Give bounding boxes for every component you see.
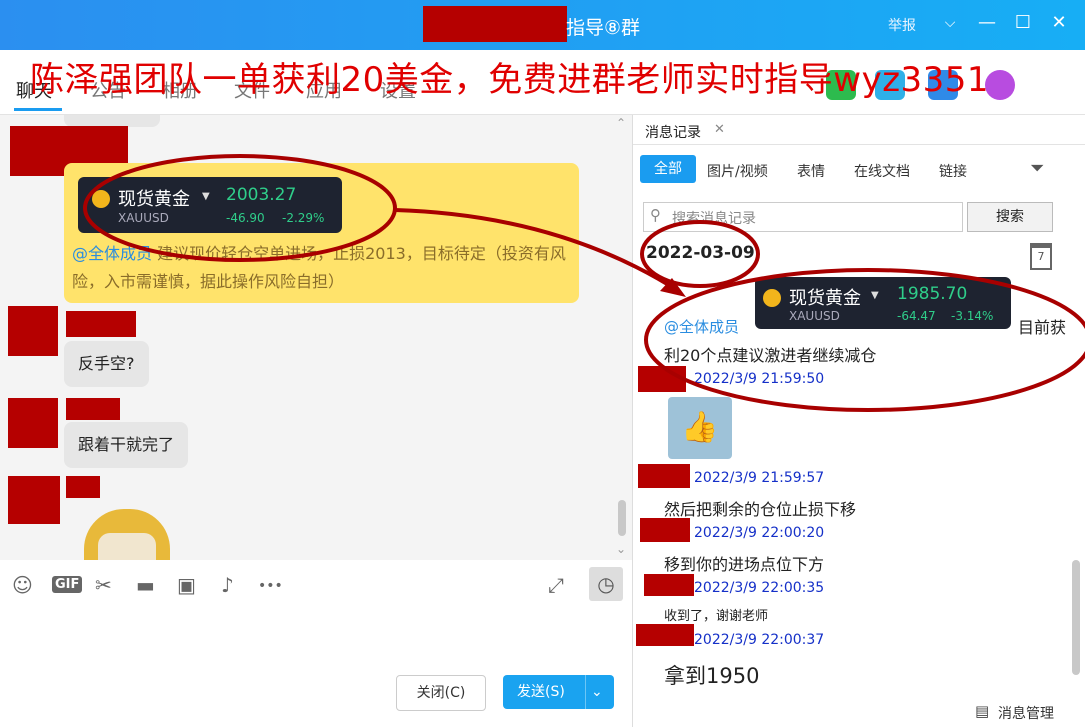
chat-bubble: 反手空? — [64, 341, 149, 387]
sticker-image[interactable] — [64, 505, 186, 560]
maximize-button[interactable]: ☐ — [1012, 12, 1034, 34]
calendar-icon[interactable]: 7 — [1030, 243, 1052, 270]
chat-bubble: 跟着干就完了 — [64, 422, 189, 468]
gif-icon[interactable]: GIF — [52, 576, 83, 593]
history-message: 收到了，谢谢老师 — [664, 609, 769, 624]
send-button[interactable]: 发送(S) ⌄ — [503, 675, 614, 709]
redacted-avatar — [8, 476, 60, 524]
redacted-username — [638, 464, 690, 488]
message-manage-icon[interactable]: ▤ — [975, 702, 989, 720]
quote-name: 现货黄金 — [789, 288, 861, 309]
bell-icon[interactable]: ♪ — [221, 573, 234, 597]
history-message: 移到你的进场点位下方 — [664, 555, 825, 574]
redacted-username — [66, 398, 120, 420]
announcement-text: @全体成员 建议现价轻仓空单进场，止损2013，目标待定（投资有风险，入市需谨慎… — [72, 240, 577, 296]
redacted-avatar — [8, 306, 58, 356]
emoji-icon[interactable]: ☺ — [12, 573, 33, 597]
folder-icon[interactable]: ▬ — [136, 573, 155, 597]
divider — [633, 144, 1085, 145]
gold-coin-icon — [92, 190, 110, 208]
more-icon[interactable]: ••• — [258, 578, 283, 594]
sticker-face — [98, 533, 156, 560]
quote-name: 现货黄金 — [118, 189, 190, 210]
caret-down-icon: ▼ — [202, 191, 210, 202]
history-tab-close[interactable]: ✕ — [714, 122, 725, 137]
filter-emoji[interactable]: 表情 — [797, 161, 825, 181]
send-options-icon[interactable]: ⌄ — [591, 675, 603, 709]
history-message: 拿到1950 — [664, 664, 760, 688]
scissors-icon[interactable]: ✂ — [95, 573, 112, 597]
history-text-partial: 目前获 — [1018, 318, 1067, 337]
menu-icon[interactable]: ⌵ — [939, 12, 961, 34]
redacted-username — [640, 518, 690, 542]
divider — [585, 675, 586, 709]
history-clock-icon[interactable]: ◷ — [589, 567, 623, 601]
redacted-username — [638, 366, 686, 392]
thumbs-up-sticker[interactable]: 👍 — [668, 397, 732, 459]
redacted-avatar — [8, 398, 58, 448]
search-icon: ⚲ — [650, 206, 661, 224]
report-button[interactable]: 举报 — [888, 15, 916, 35]
message-timestamp: 2022/3/9 22:00:37 — [694, 632, 825, 648]
expand-icon[interactable]: ⤢ — [548, 573, 564, 597]
quote-change: -64.47 — [897, 309, 936, 323]
message-timestamp: 2022/3/9 21:59:50 — [694, 371, 825, 387]
history-message: 利20个点建议激进者继续减仓 — [664, 346, 877, 365]
gold-coin-icon — [763, 289, 781, 307]
minimize-button[interactable]: — — [976, 12, 998, 34]
scroll-up-icon[interactable]: ⌃ — [616, 116, 626, 130]
filter-links[interactable]: 链接 — [939, 161, 967, 181]
redacted-username — [644, 574, 694, 596]
gold-quote-card[interactable]: 现货黄金 ▼ XAUUSD 2003.27 -46.90 -2.29% — [78, 177, 342, 233]
promo-overlay-text: 陈泽强团队一单获利20美金，免费进群老师实时指导wyz3351 — [30, 60, 990, 100]
send-label: 发送(S) — [517, 684, 565, 700]
history-search-button[interactable]: 搜索 — [967, 202, 1053, 232]
message-timestamp: 2022/3/9 21:59:57 — [694, 470, 825, 486]
filter-funnel-icon[interactable]: ⏷ — [1030, 158, 1044, 179]
redacted-username — [66, 311, 136, 337]
image-icon[interactable]: ▣ — [177, 573, 196, 597]
history-mention-all[interactable]: @全体成员 — [664, 316, 739, 337]
quote-change: -46.90 — [226, 211, 265, 225]
gold-quote-card-history[interactable]: 现货黄金 ▼ XAUUSD 1985.70 -64.47 -3.14% — [755, 277, 1011, 329]
close-window-button[interactable]: ✕ — [1048, 12, 1070, 34]
redacted-username — [636, 624, 694, 646]
quote-change-pct: -2.29% — [282, 211, 325, 225]
quote-price: 2003.27 — [226, 185, 297, 205]
filter-all[interactable]: 全部 — [640, 155, 696, 183]
history-date: 2022-03-09 — [646, 243, 755, 263]
history-message: 然后把剩余的仓位止损下移 — [664, 500, 857, 519]
filter-docs[interactable]: 在线文档 — [854, 161, 910, 181]
tab-underline — [14, 108, 62, 111]
message-input[interactable] — [0, 612, 632, 727]
window-title: 指导⑧群 — [566, 17, 641, 39]
history-search-input[interactable]: ⚲ 搜索消息记录 — [643, 202, 963, 232]
history-scrollbar[interactable] — [1072, 560, 1080, 675]
message-timestamp: 2022/3/9 22:00:20 — [694, 525, 825, 541]
quote-code: XAUUSD — [789, 309, 840, 323]
caret-down-icon: ▼ — [871, 290, 879, 301]
filter-media[interactable]: 图片/视频 — [707, 161, 768, 181]
quote-price: 1985.70 — [897, 284, 968, 304]
chat-scrollbar[interactable] — [618, 500, 626, 536]
message-timestamp: 2022/3/9 22:00:35 — [694, 580, 825, 596]
title-bar: 指导⑧群 举报 ⌵ — ☐ ✕ — [0, 0, 1085, 50]
quote-code: XAUUSD — [118, 211, 169, 225]
app-icon-purple[interactable] — [985, 70, 1015, 100]
redacted-username — [66, 476, 100, 498]
redacted-group-name — [423, 6, 567, 42]
scroll-down-icon[interactable]: ⌄ — [616, 542, 626, 556]
mention-all[interactable]: @全体成员 — [72, 244, 152, 263]
history-tab[interactable]: 消息记录 — [645, 122, 701, 142]
quote-change-pct: -3.14% — [951, 309, 994, 323]
message-manage-button[interactable]: 消息管理 — [998, 703, 1054, 723]
search-placeholder: 搜索消息记录 — [672, 211, 756, 227]
close-button[interactable]: 关闭(C) — [396, 675, 486, 711]
